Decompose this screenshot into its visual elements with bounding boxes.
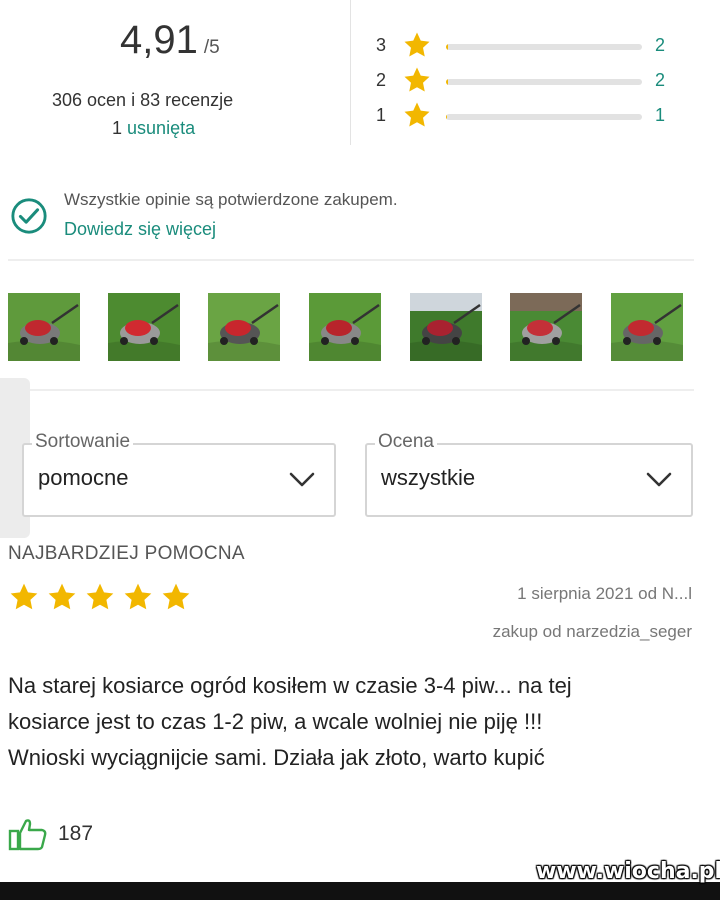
rating-row-2[interactable]: 2 2 <box>376 65 676 99</box>
star-icon <box>162 583 190 610</box>
divider <box>8 389 694 391</box>
watermark: www.wiocha.pl <box>536 859 720 884</box>
lawn-mower-photo <box>611 293 683 361</box>
star-level: 2 <box>376 70 387 90</box>
divider <box>8 259 694 261</box>
review-text: Na starej kosiarce ogród kosiłem w czasi… <box>8 668 708 776</box>
thumb-up-icon[interactable] <box>8 817 48 851</box>
removed-link[interactable]: usunięta <box>127 118 195 138</box>
sort-label: Sortowanie <box>32 431 134 453</box>
star-icon <box>10 583 38 610</box>
lawn-mower-photo <box>510 293 582 361</box>
lawn-mower-photo <box>8 293 80 361</box>
rating-bar <box>446 79 642 85</box>
like-count: 187 <box>58 822 94 845</box>
star-icon <box>404 102 430 127</box>
sort-value: pomocne <box>38 465 129 490</box>
lawn-mower-photo <box>309 293 381 361</box>
review-photo-thumbnail[interactable] <box>410 293 482 361</box>
lawn-mower-photo <box>108 293 180 361</box>
review-stars <box>8 581 198 613</box>
review-photo-thumbnail[interactable] <box>208 293 280 361</box>
footer-bar <box>0 882 720 900</box>
rating-count: 1 <box>655 105 666 125</box>
rating-row-3[interactable]: 3 2 <box>376 30 676 64</box>
star-level: 3 <box>376 35 387 55</box>
review-date-author: 1 sierpnia 2021 od N...l <box>517 584 692 603</box>
chevron-down-icon <box>646 472 672 487</box>
rating-counts: 306 ocen i 83 recenzje <box>52 90 234 110</box>
rating-bar <box>446 44 642 50</box>
rating-bar-fill <box>446 114 447 120</box>
rating-bar-fill <box>446 44 448 50</box>
star-icon <box>404 32 430 57</box>
rating-bar-fill <box>446 79 448 85</box>
star-icon <box>124 583 152 610</box>
divider <box>350 0 351 145</box>
rating-row-1[interactable]: 1 1 <box>376 100 676 134</box>
chevron-down-icon <box>289 472 315 487</box>
lawn-mower-photo <box>208 293 280 361</box>
rating-bar <box>446 114 642 120</box>
learn-more-link[interactable]: Dowiedz się więcej <box>64 219 216 240</box>
star-icon <box>404 67 430 92</box>
removed-reviews: 1 usunięta <box>112 118 196 138</box>
rating-count: 2 <box>655 70 666 90</box>
review-text-line: Na starej kosiarce ogród kosiłem w czasi… <box>8 673 572 698</box>
review-text-line: kosiarce jest to czas 1-2 piw, a wcale w… <box>8 709 543 734</box>
rating-filter-label: Ocena <box>375 431 437 453</box>
review-photo-thumbnail[interactable] <box>309 293 381 361</box>
review-photo-thumbnail[interactable] <box>611 293 683 361</box>
review-text-line: Wnioski wyciągnijcie sami. Działa jak zł… <box>8 745 545 770</box>
review-photos <box>8 293 688 361</box>
rating-count: 2 <box>655 35 666 55</box>
star-icon <box>86 583 114 610</box>
section-title: NAJBARDZIEJ POMOCNA <box>8 543 245 564</box>
review-photo-thumbnail[interactable] <box>108 293 180 361</box>
review-photo-thumbnail[interactable] <box>8 293 80 361</box>
star-level: 1 <box>376 105 387 125</box>
average-rating: 4,91/5 <box>120 18 220 63</box>
check-circle-icon <box>11 198 47 234</box>
sort-select[interactable]: Sortowanie pomocne <box>22 431 336 517</box>
rating-scale: /5 <box>203 37 220 58</box>
verified-notice: Wszystkie opinie są potwierdzone zakupem… <box>64 190 398 209</box>
lawn-mower-photo <box>410 293 482 361</box>
rating-filter-select[interactable]: Ocena wszystkie <box>365 431 693 517</box>
rating-filter-value: wszystkie <box>381 465 476 490</box>
average-score: 4,91 <box>120 18 198 62</box>
review-photo-thumbnail[interactable] <box>510 293 582 361</box>
star-icon <box>48 583 76 610</box>
review-seller: zakup od narzedzia_seger <box>492 622 692 641</box>
